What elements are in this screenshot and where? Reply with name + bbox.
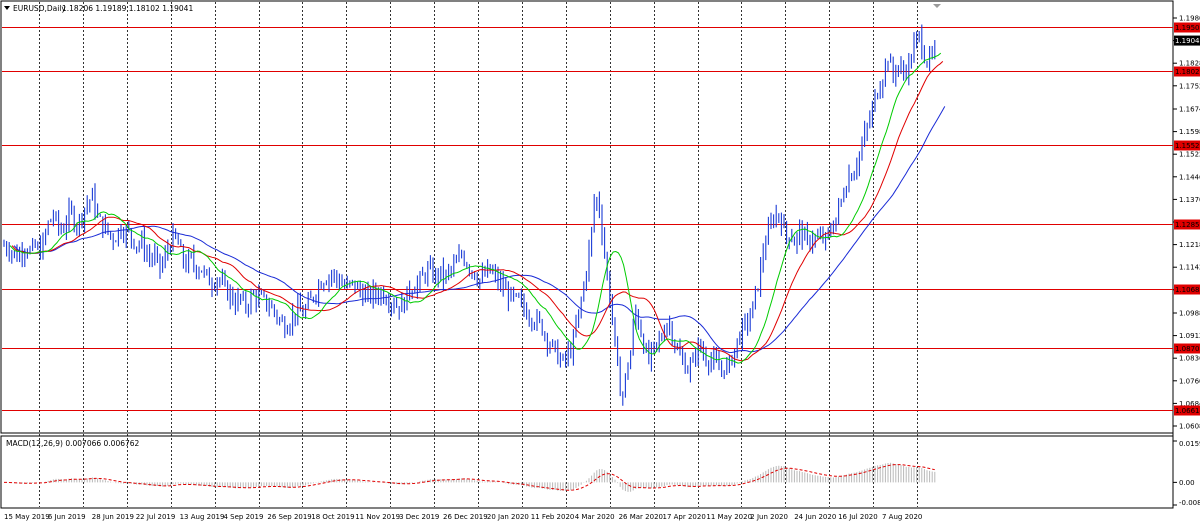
- price-tick-label: 1.15980: [1179, 128, 1200, 136]
- time-tick-label: 20 Jan 2020: [487, 513, 529, 521]
- current-price-label: 1.19041: [1175, 37, 1200, 45]
- time-tick-label: 26 Dec 2019: [443, 513, 488, 521]
- level-tag-label: 1.15529: [1175, 142, 1200, 150]
- time-tick-label: 26 Mar 2020: [619, 513, 663, 521]
- time-tick-label: 7 Aug 2020: [882, 513, 922, 521]
- time-axis[interactable]: 15 May 20196 Jun 2019 28 Jun 2019 22 Jul 2…: [4, 513, 922, 521]
- price-tick-label: 1.09120: [1179, 332, 1200, 340]
- time-tick-label: 11 May 2020: [706, 513, 752, 521]
- time-tick-label: 17 Apr 2020: [663, 513, 706, 521]
- macd-tick-label: 0.015993: [1179, 440, 1200, 448]
- level-tag-label: 1.10685: [1175, 286, 1200, 294]
- price-tick-label: 1.06080: [1179, 423, 1200, 431]
- price-tick-label: 1.07600: [1179, 377, 1200, 385]
- price-panel-frame: [0, 0, 1174, 434]
- time-tick-label: 22 Jul 2019: [136, 513, 176, 521]
- macd-title: MACD(12,26,9) 0.007066 0.006762: [6, 439, 140, 448]
- price-tick-label: 1.19800: [1179, 15, 1200, 23]
- trading-chart[interactable]: 1.198001.190411.182801.175201.167401.159…: [0, 0, 1200, 525]
- time-tick-label: 6 Jun 2019: [48, 513, 86, 521]
- ohlc-values: 1.18206 1.19189 1.18102 1.19041: [62, 4, 193, 13]
- time-tick-label: 13 Aug 2019: [180, 513, 225, 521]
- price-tick-label: 1.11420: [1179, 264, 1200, 272]
- level-tag-label: 1.19500: [1175, 24, 1200, 32]
- time-tick-label: 4 Mar 2020: [575, 513, 615, 521]
- time-tick-label: 18 Oct 2019: [311, 513, 354, 521]
- time-tick-label: 28 Jun 2019: [92, 513, 134, 521]
- price-tick-label: 1.14460: [1179, 173, 1200, 181]
- time-tick-label: 2 Jun 2020: [750, 513, 788, 521]
- level-tag-label: 1.12857: [1175, 221, 1200, 229]
- time-tick-label: 15 May 2019: [4, 513, 50, 521]
- price-tick-label: 1.17520: [1179, 82, 1200, 90]
- price-tick-label: 1.09880: [1179, 309, 1200, 317]
- time-tick-label: 26 Sep 2019: [267, 513, 311, 521]
- macd-panel-frame: [0, 435, 1174, 509]
- chart-header: EURUSD,Daily 1.18206 1.19189 1.18102 1.1…: [4, 4, 193, 13]
- level-tag-label: 1.18023: [1175, 68, 1200, 76]
- price-tick-label: 1.13700: [1179, 196, 1200, 204]
- level-tag-label: 1.08709: [1175, 345, 1200, 353]
- symbol-title: EURUSD,Daily: [13, 4, 66, 13]
- time-tick-label: 11 Feb 2020: [531, 513, 575, 521]
- level-tag-label: 1.06614: [1175, 407, 1200, 415]
- macd-tick-label: -0.008744: [1179, 499, 1200, 507]
- time-tick-label: 11 Nov 2019: [355, 513, 400, 521]
- time-tick-label: 24 Jun 2020: [794, 513, 836, 521]
- macd-tick-label: 0.00: [1179, 479, 1195, 487]
- price-tick-label: 1.12180: [1179, 241, 1200, 249]
- macd-scale: 0.015993 0.00 -0.008744: [1173, 440, 1200, 507]
- time-tick-label: 4 Sep 2019: [224, 513, 264, 521]
- price-tick-label: 1.15220: [1179, 151, 1200, 159]
- time-tick-label: 3 Dec 2019: [399, 513, 439, 521]
- time-tick-label: 16 Jul 2020: [838, 513, 878, 521]
- price-tick-label: 1.16740: [1179, 105, 1200, 113]
- price-tick-label: 1.08360: [1179, 355, 1200, 363]
